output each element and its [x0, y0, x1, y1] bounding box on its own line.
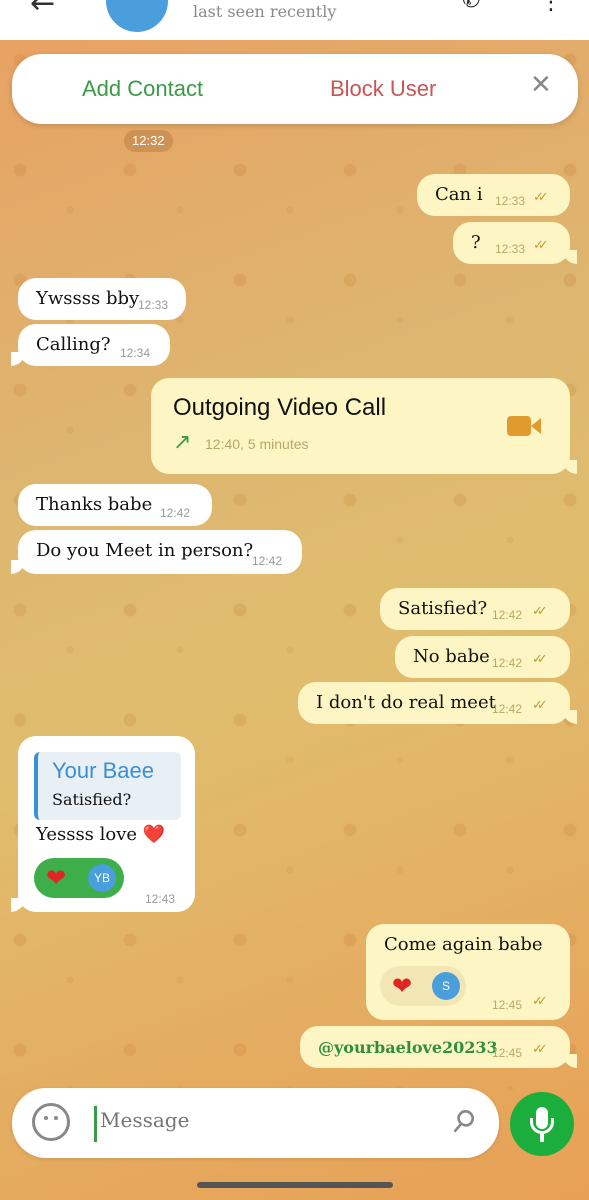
message-bubble[interactable]: Can i 12:33 ✓✓ [417, 174, 570, 216]
message-text: Can i [435, 184, 483, 205]
message-time: 12:33 [138, 298, 169, 312]
message-bubble[interactable]: Come again babe ❤ S 12:45 ✓✓ [366, 924, 570, 1020]
double-check-icon: ✓✓ [532, 698, 548, 713]
double-check-icon: ✓✓ [532, 1042, 548, 1057]
paperclip-icon[interactable]: ⚲ [443, 1101, 482, 1142]
message-text: Come again babe [384, 934, 543, 955]
message-time: 12:42 [492, 608, 523, 622]
emoji-icon[interactable] [32, 1103, 70, 1141]
message-time: 12:43 [145, 892, 176, 906]
message-time: 12:42 [252, 554, 283, 568]
last-seen-status: last seen recently [193, 2, 337, 21]
more-vertical-icon[interactable]: ⋮ [540, 0, 562, 15]
message-text: No babe [413, 646, 490, 667]
message-time: 12:42 [492, 656, 523, 670]
reply-quote-box[interactable]: Your Baee Satisfied? [34, 752, 181, 820]
message-text: Ywssss bby [36, 288, 140, 309]
reaction-pill[interactable]: ❤ S [380, 966, 466, 1006]
double-check-icon: ✓✓ [533, 238, 549, 253]
message-bubble[interactable]: No babe 12:42 ✓✓ [395, 636, 570, 678]
message-input[interactable] [100, 1108, 440, 1132]
block-user-button[interactable]: Block User [330, 76, 436, 102]
message-text: Calling? [36, 334, 111, 355]
message-bubble[interactable]: Ywssss bby 12:33 [18, 278, 186, 320]
message-text: Do you Meet in person? [36, 540, 254, 561]
microphone-icon-arc [530, 1118, 554, 1134]
avatar[interactable] [106, 0, 168, 32]
heart-icon: ❤ [392, 972, 413, 1000]
message-bubble[interactable]: Thanks babe 12:42 [18, 484, 212, 526]
heart-icon: ❤ [46, 864, 67, 892]
call-message[interactable]: Outgoing Video Call ↗ 12:40, 5 minutes [151, 378, 577, 474]
message-time: 12:33 [495, 194, 526, 208]
message-text: I don't do real meet [316, 692, 496, 713]
add-contact-button[interactable]: Add Contact [82, 76, 203, 102]
outgoing-arrow-icon: ↗ [173, 430, 192, 455]
call-title: Outgoing Video Call [173, 394, 387, 421]
microphone-icon-stem [540, 1134, 544, 1142]
arrow-left-icon[interactable]: ← [30, 0, 55, 21]
message-time: 12:45 [492, 998, 523, 1012]
message-text: Thanks babe [36, 494, 153, 515]
message-composer: ⚲ [12, 1088, 499, 1158]
reactor-avatar: S [432, 972, 460, 1000]
chat-header: ← last seen recently ✆ ⋮ [0, 0, 589, 40]
message-time: 12:33 [495, 242, 526, 256]
mention-link[interactable]: @yourbaelove20233 [318, 1038, 498, 1057]
message-text: Yessss love ❤️ [36, 824, 166, 845]
reactor-avatar: YB [88, 864, 116, 892]
time-chip: 12:32 [124, 130, 173, 152]
reply-quote-text: Satisfied? [52, 790, 132, 809]
message-bubble[interactable]: ? 12:33 ✓✓ [453, 222, 577, 264]
message-time: 12:42 [160, 506, 191, 520]
close-icon[interactable]: ✕ [530, 70, 552, 100]
message-bubble[interactable]: Do you Meet in person? 12:42 [11, 530, 302, 574]
message-bubble[interactable]: Satisfied? 12:42 ✓✓ [380, 588, 570, 630]
video-camera-icon[interactable] [507, 416, 541, 436]
double-check-icon: ✓✓ [532, 652, 548, 667]
message-text: Satisfied? [398, 598, 488, 619]
home-indicator[interactable] [197, 1182, 393, 1188]
double-check-icon: ✓✓ [532, 604, 548, 619]
call-meta: 12:40, 5 minutes [205, 436, 309, 452]
reaction-pill[interactable]: ❤ YB [34, 858, 124, 898]
double-check-icon: ✓✓ [532, 994, 548, 1009]
microphone-button[interactable] [510, 1092, 574, 1156]
message-time: 12:45 [492, 1046, 523, 1060]
reply-author: Your Baee [52, 758, 154, 783]
double-check-icon: ✓✓ [533, 190, 549, 205]
reply-message[interactable]: Your Baee Satisfied? Yessss love ❤️ ❤ YB… [11, 736, 195, 912]
message-time: 12:34 [120, 346, 151, 360]
message-bubble[interactable]: @yourbaelove20233 12:45 ✓✓ [300, 1026, 577, 1068]
text-cursor [94, 1106, 97, 1142]
contact-action-bar: Add Contact Block User ✕ [12, 54, 578, 124]
message-text: ? [471, 232, 481, 253]
phone-icon[interactable]: ✆ [462, 0, 480, 13]
message-time: 12:42 [492, 702, 523, 716]
message-bubble[interactable]: I don't do real meet 12:42 ✓✓ [298, 682, 577, 724]
message-bubble[interactable]: Calling? 12:34 [11, 324, 170, 366]
